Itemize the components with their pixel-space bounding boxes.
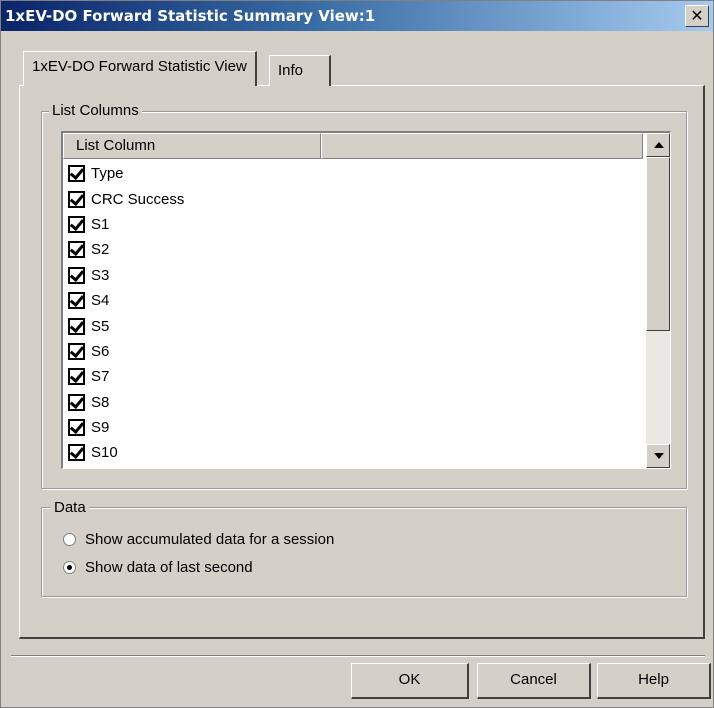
list-rows: Type CRC Success S1 S2 S3 S4 S5 S6 S7 S8… <box>63 161 643 466</box>
list-item-label: S5 <box>91 317 110 335</box>
checkbox[interactable] <box>68 190 85 208</box>
scroll-down-button[interactable] <box>646 444 670 468</box>
close-button[interactable]: ✕ <box>685 5 709 27</box>
list-item-label: S10 <box>91 444 118 462</box>
checkbox[interactable] <box>68 444 85 462</box>
close-icon: ✕ <box>690 6 704 25</box>
list-item-label: Type <box>91 165 124 183</box>
empty-column-header[interactable] <box>321 133 643 159</box>
list-item-s1[interactable]: S1 <box>63 212 643 237</box>
list-item-crc-success[interactable]: CRC Success <box>63 186 643 211</box>
list-item-s8[interactable]: S8 <box>63 390 643 415</box>
arrow-up-icon <box>654 142 664 148</box>
button-separator <box>11 655 705 657</box>
checkbox[interactable] <box>68 317 85 335</box>
checkbox[interactable] <box>68 393 85 411</box>
radio-label: Show data of last second <box>85 559 253 576</box>
list-item-s10[interactable]: S10 <box>63 440 643 465</box>
checkbox[interactable] <box>68 241 85 259</box>
radio-label: Show accumulated data for a session <box>85 531 335 548</box>
dialog-window: 1xEV-DO Forward Statistic Summary View:1… <box>0 0 714 708</box>
list-header: List Column <box>63 133 643 159</box>
list-item-label: S9 <box>91 419 110 437</box>
tab-forward-statistic-view[interactable]: 1xEV-DO Forward Statistic View <box>23 51 257 86</box>
checkbox[interactable] <box>68 292 85 310</box>
list-item-label: S7 <box>91 368 110 386</box>
list-item-s9[interactable]: S9 <box>63 415 643 440</box>
scroll-thumb[interactable] <box>646 157 670 331</box>
scroll-up-button[interactable] <box>646 133 670 157</box>
title-bar[interactable]: 1xEV-DO Forward Statistic Summary View:1… <box>1 1 713 31</box>
list-item-s4[interactable]: S4 <box>63 288 643 313</box>
checkbox[interactable] <box>68 368 85 386</box>
radio-button[interactable] <box>63 533 76 546</box>
list-column-header[interactable]: List Column <box>63 133 321 159</box>
list-columns-group-title: List Columns <box>49 102 142 119</box>
tab-label: 1xEV-DO Forward Statistic View <box>32 58 247 75</box>
list-item-s7[interactable]: S7 <box>63 364 643 389</box>
list-item-label: CRC Success <box>91 190 185 208</box>
checkbox[interactable] <box>68 215 85 233</box>
list-item-s2[interactable]: S2 <box>63 237 643 262</box>
radio-last-second-data[interactable]: Show data of last second <box>63 559 253 576</box>
checkbox[interactable] <box>68 342 85 360</box>
help-button[interactable]: Help <box>597 663 711 699</box>
list-item-label: S8 <box>91 393 110 411</box>
arrow-down-icon <box>654 453 664 459</box>
data-group <box>41 507 687 597</box>
list-item-label: S3 <box>91 266 110 284</box>
list-columns-listview[interactable]: List Column Type CRC Success S1 S2 S3 S4… <box>61 131 671 469</box>
list-item-label: S1 <box>91 215 110 233</box>
window-title: 1xEV-DO Forward Statistic Summary View:1 <box>5 7 376 25</box>
checkbox[interactable] <box>68 165 85 183</box>
list-item-s6[interactable]: S6 <box>63 339 643 364</box>
tab-label: Info <box>278 62 304 79</box>
list-item-s3[interactable]: S3 <box>63 263 643 288</box>
list-item-s5[interactable]: S5 <box>63 313 643 338</box>
list-item-type[interactable]: Type <box>63 161 643 186</box>
ok-button[interactable]: OK <box>351 663 469 699</box>
radio-button[interactable] <box>63 561 76 574</box>
list-item-label: S4 <box>91 292 110 310</box>
data-group-title: Data <box>51 499 89 516</box>
list-item-label: S6 <box>91 342 110 360</box>
vertical-scrollbar[interactable] <box>646 133 670 468</box>
checkbox[interactable] <box>68 266 85 284</box>
radio-accumulated-data[interactable]: Show accumulated data for a session <box>63 531 334 548</box>
cancel-button[interactable]: Cancel <box>477 663 591 699</box>
tab-info[interactable]: Info <box>269 55 331 86</box>
list-item-label: S2 <box>91 241 110 259</box>
checkbox[interactable] <box>68 419 85 437</box>
